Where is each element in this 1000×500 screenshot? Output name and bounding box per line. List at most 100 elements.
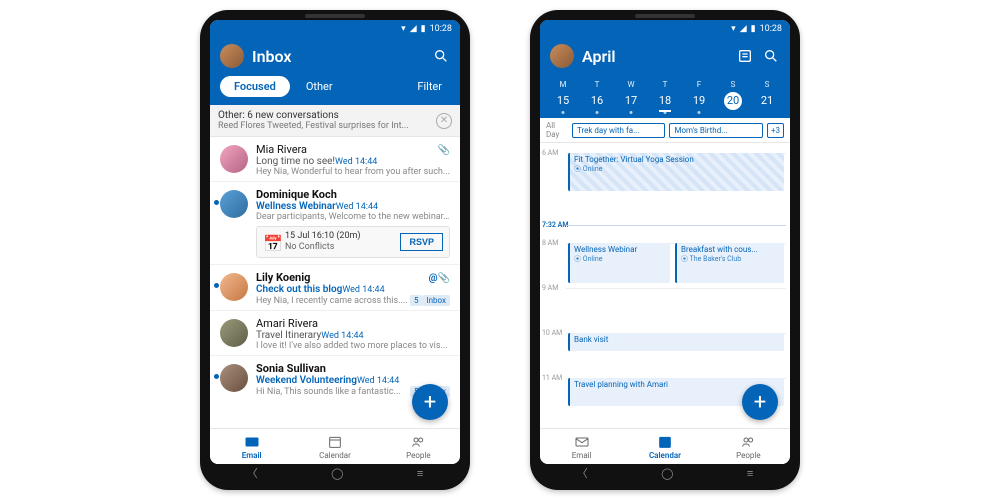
search-icon[interactable] — [762, 47, 780, 65]
back-icon[interactable]: 〈 — [247, 465, 258, 481]
event-title: Fit Together: Virtual Yoga Session — [574, 155, 694, 164]
hour-label: 6 AM — [542, 149, 558, 157]
home-icon[interactable]: ◯ — [661, 467, 673, 480]
battery-icon: ▮ — [421, 24, 426, 34]
day-col[interactable]: M 15 — [546, 80, 580, 112]
event-title: Travel planning with Amari — [574, 380, 668, 389]
recents-icon[interactable]: ≡ — [417, 467, 423, 480]
search-icon[interactable] — [432, 47, 450, 65]
attachment-icon: 📎 — [438, 273, 450, 284]
nav-email[interactable]: Email — [210, 429, 293, 464]
location-icon: ⦿ — [574, 165, 583, 173]
email-time: Wed 14:44 — [321, 331, 363, 341]
nav-people[interactable]: People — [377, 429, 460, 464]
page-title: Inbox — [252, 47, 424, 66]
email-time: Wed 14:44 — [357, 376, 399, 386]
unread-dot-icon — [214, 374, 219, 379]
sender-name: Sonia Sullivan — [256, 362, 450, 375]
nav-calendar-label: Calendar — [649, 451, 681, 460]
nav-calendar[interactable]: Calendar — [623, 429, 706, 464]
screen-calendar: ▾ ◢ ▮ 10:28 April M 15 T 16 — [540, 20, 790, 464]
day-number: 18 — [659, 94, 671, 112]
unread-dot-icon — [214, 283, 219, 288]
rsvp-card: 📅 15 Jul 16:10 (20m) No Conflicts RSVP — [256, 226, 450, 258]
week-selector: M 15 T 16 W 17 T 18 F 19 — [540, 76, 790, 118]
day-number: 16 — [591, 94, 603, 110]
profile-avatar[interactable] — [550, 44, 574, 68]
all-day-label: All Day — [546, 121, 568, 139]
event-location: Online — [583, 165, 603, 173]
event-location: Online — [583, 255, 603, 263]
day-name: T — [648, 80, 682, 89]
home-icon[interactable]: ◯ — [331, 467, 343, 480]
bottom-nav: Email Calendar People — [540, 428, 790, 464]
day-col[interactable]: T 18 — [648, 80, 682, 112]
avatar — [220, 364, 248, 392]
nav-people[interactable]: People — [707, 429, 790, 464]
app-header: April — [540, 38, 790, 76]
all-day-event[interactable]: Trek day with fa... — [572, 123, 665, 138]
status-bar: ▾ ◢ ▮ 10:28 — [540, 20, 790, 38]
event-title: Wellness Webinar — [574, 245, 637, 254]
email-row[interactable]: Lily Koenig @ 📎 Check out this blog Wed … — [210, 265, 460, 311]
day-col[interactable]: F 19 — [682, 80, 716, 112]
day-col[interactable]: S 21 — [750, 80, 784, 112]
screen-inbox: ▾ ◢ ▮ 10:28 Inbox Focused Other Filter O… — [210, 20, 460, 464]
email-subject: Check out this blog — [256, 284, 342, 295]
wifi-icon: ▾ — [731, 24, 736, 34]
all-day-event[interactable]: Mom's Birthd... — [669, 123, 762, 138]
nav-calendar[interactable]: Calendar — [293, 429, 376, 464]
bottom-nav: Email Calendar People — [210, 428, 460, 464]
folder-badge: Inbox — [422, 295, 450, 306]
profile-avatar[interactable] — [220, 44, 244, 68]
recents-icon[interactable]: ≡ — [747, 467, 753, 480]
tab-filter[interactable]: Filter — [409, 76, 450, 97]
phone-speaker — [305, 14, 365, 18]
email-preview: Dear participants, Welcome to the new we… — [256, 212, 450, 222]
email-row[interactable]: Dominique Koch Wellness Webinar Wed 14:4… — [210, 182, 460, 265]
other-banner-sub: Reed Flores Tweeted, Festival surprises … — [218, 121, 436, 131]
other-banner-title: Other: 6 new conversations — [218, 110, 339, 121]
now-line — [566, 225, 786, 226]
event-yoga[interactable]: Fit Together: Virtual Yoga Session ⦿ Onl… — [568, 153, 784, 191]
day-name: M — [546, 80, 580, 89]
event-location: The Baker's Club — [690, 255, 742, 263]
event-breakfast[interactable]: Breakfast with cous... ⦿ The Baker's Clu… — [675, 243, 784, 283]
hour-label: 9 AM — [542, 284, 558, 292]
compose-fab[interactable]: + — [412, 384, 448, 420]
back-icon[interactable]: 〈 — [577, 465, 588, 481]
day-number: 20 — [724, 92, 742, 110]
tab-focused[interactable]: Focused — [220, 76, 290, 97]
now-marker: 7:32 AM — [542, 221, 568, 229]
signal-icon: ◢ — [740, 24, 747, 34]
new-event-fab[interactable]: + — [742, 384, 778, 420]
day-col[interactable]: S 20 — [716, 80, 750, 112]
nav-email[interactable]: Email — [540, 429, 623, 464]
tab-other[interactable]: Other — [298, 76, 341, 97]
rsvp-button[interactable]: RSVP — [400, 233, 443, 251]
attachment-icon: 📎 — [438, 145, 450, 156]
email-time: Wed 14:44 — [335, 157, 377, 167]
android-nav: 〈 ◯ ≡ — [210, 464, 460, 482]
day-name: S — [750, 80, 784, 89]
event-title: Breakfast with cous... — [681, 245, 758, 254]
day-name: S — [716, 80, 750, 89]
email-row[interactable]: Amari Rivera Travel Itinerary Wed 14:44 … — [210, 311, 460, 356]
day-number: 19 — [693, 94, 705, 110]
email-preview: I love it! I've also added two more plac… — [256, 341, 450, 351]
email-row[interactable]: Mia Rivera 📎 Long time no see! Wed 14:44… — [210, 137, 460, 182]
email-preview: Hey Nia, I recently came across this.... — [256, 296, 410, 306]
email-subject: Wellness Webinar — [256, 201, 336, 212]
agenda-view-icon[interactable] — [736, 47, 754, 65]
busy-dot-icon — [596, 111, 599, 114]
other-conversations-banner[interactable]: Other: 6 new conversations Reed Flores T… — [210, 105, 460, 137]
phone-inbox: ▾ ◢ ▮ 10:28 Inbox Focused Other Filter O… — [200, 10, 470, 490]
day-col[interactable]: T 16 — [580, 80, 614, 112]
event-bank[interactable]: Bank visit — [568, 333, 784, 351]
avatar — [220, 145, 248, 173]
day-col[interactable]: W 17 — [614, 80, 648, 112]
event-wellness[interactable]: Wellness Webinar ⦿ Online — [568, 243, 670, 283]
more-events[interactable]: +3 — [767, 123, 784, 138]
close-icon[interactable]: ✕ — [436, 113, 452, 129]
rsvp-conflicts: No Conflicts — [285, 242, 394, 253]
